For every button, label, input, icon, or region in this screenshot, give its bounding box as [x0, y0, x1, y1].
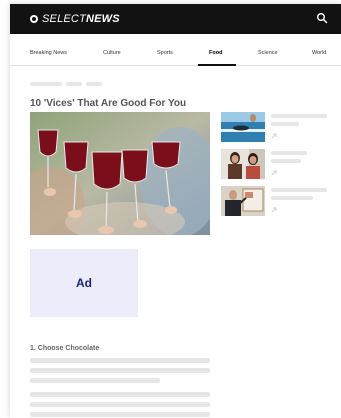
active-tab-indicator [198, 64, 236, 66]
logo-text-select: SELECT [42, 13, 86, 25]
body-text-placeholder [30, 402, 210, 407]
body-text-placeholder [30, 358, 210, 363]
related-title-placeholder [271, 196, 313, 200]
body-text-placeholder [30, 392, 210, 397]
nav-item-science[interactable]: Science [258, 50, 278, 56]
swimmer-pool-image [221, 112, 265, 142]
nav-item-culture[interactable]: Culture [103, 50, 121, 56]
ad-label: Ad [76, 276, 92, 290]
related-title-placeholder [271, 114, 327, 118]
share-arrow-icon[interactable] [271, 207, 277, 213]
nav-item-sports[interactable]: Sports [157, 50, 173, 56]
related-title-placeholder [271, 151, 307, 155]
search-icon[interactable] [316, 12, 328, 24]
related-title-placeholder [271, 159, 301, 163]
nav-item-breaking-news[interactable]: Breaking News [30, 50, 67, 56]
browser-viewport: SELECTNEWS Breaking News Culture Sports … [10, 4, 341, 418]
related-thumbnail[interactable] [221, 149, 265, 179]
site-header: SELECTNEWS [10, 4, 341, 34]
logo-circle-icon [30, 15, 38, 23]
body-text-placeholder [30, 378, 160, 383]
article-title: 10 'Vices' That Are Good For You [30, 98, 187, 109]
ad-slot[interactable]: Ad [30, 249, 138, 317]
share-arrow-icon[interactable] [271, 170, 277, 176]
related-title-placeholder [271, 122, 299, 126]
wine-toast-illustration [30, 112, 210, 235]
category-nav: Breaking News Culture Sports Food Scienc… [10, 40, 341, 66]
nav-item-food[interactable]: Food [209, 50, 222, 56]
share-arrow-icon[interactable] [271, 133, 277, 139]
body-text-placeholder [30, 368, 210, 373]
hero-image[interactable] [30, 112, 210, 235]
breadcrumb-placeholder [66, 82, 82, 86]
body-text-placeholder [30, 412, 210, 417]
related-thumbnail[interactable] [221, 186, 265, 216]
related-thumbnail[interactable] [221, 112, 265, 142]
logo-text-news: NEWS [86, 13, 120, 25]
related-title-placeholder [271, 188, 327, 192]
presenter-board-image [221, 186, 265, 216]
nav-item-world[interactable]: World [312, 50, 326, 56]
breadcrumb-placeholder [30, 82, 62, 86]
section-heading: 1. Choose Chocolate [30, 345, 100, 352]
two-women-image [221, 149, 265, 179]
site-logo[interactable]: SELECTNEWS [30, 12, 120, 26]
breadcrumb-placeholder [86, 82, 102, 86]
